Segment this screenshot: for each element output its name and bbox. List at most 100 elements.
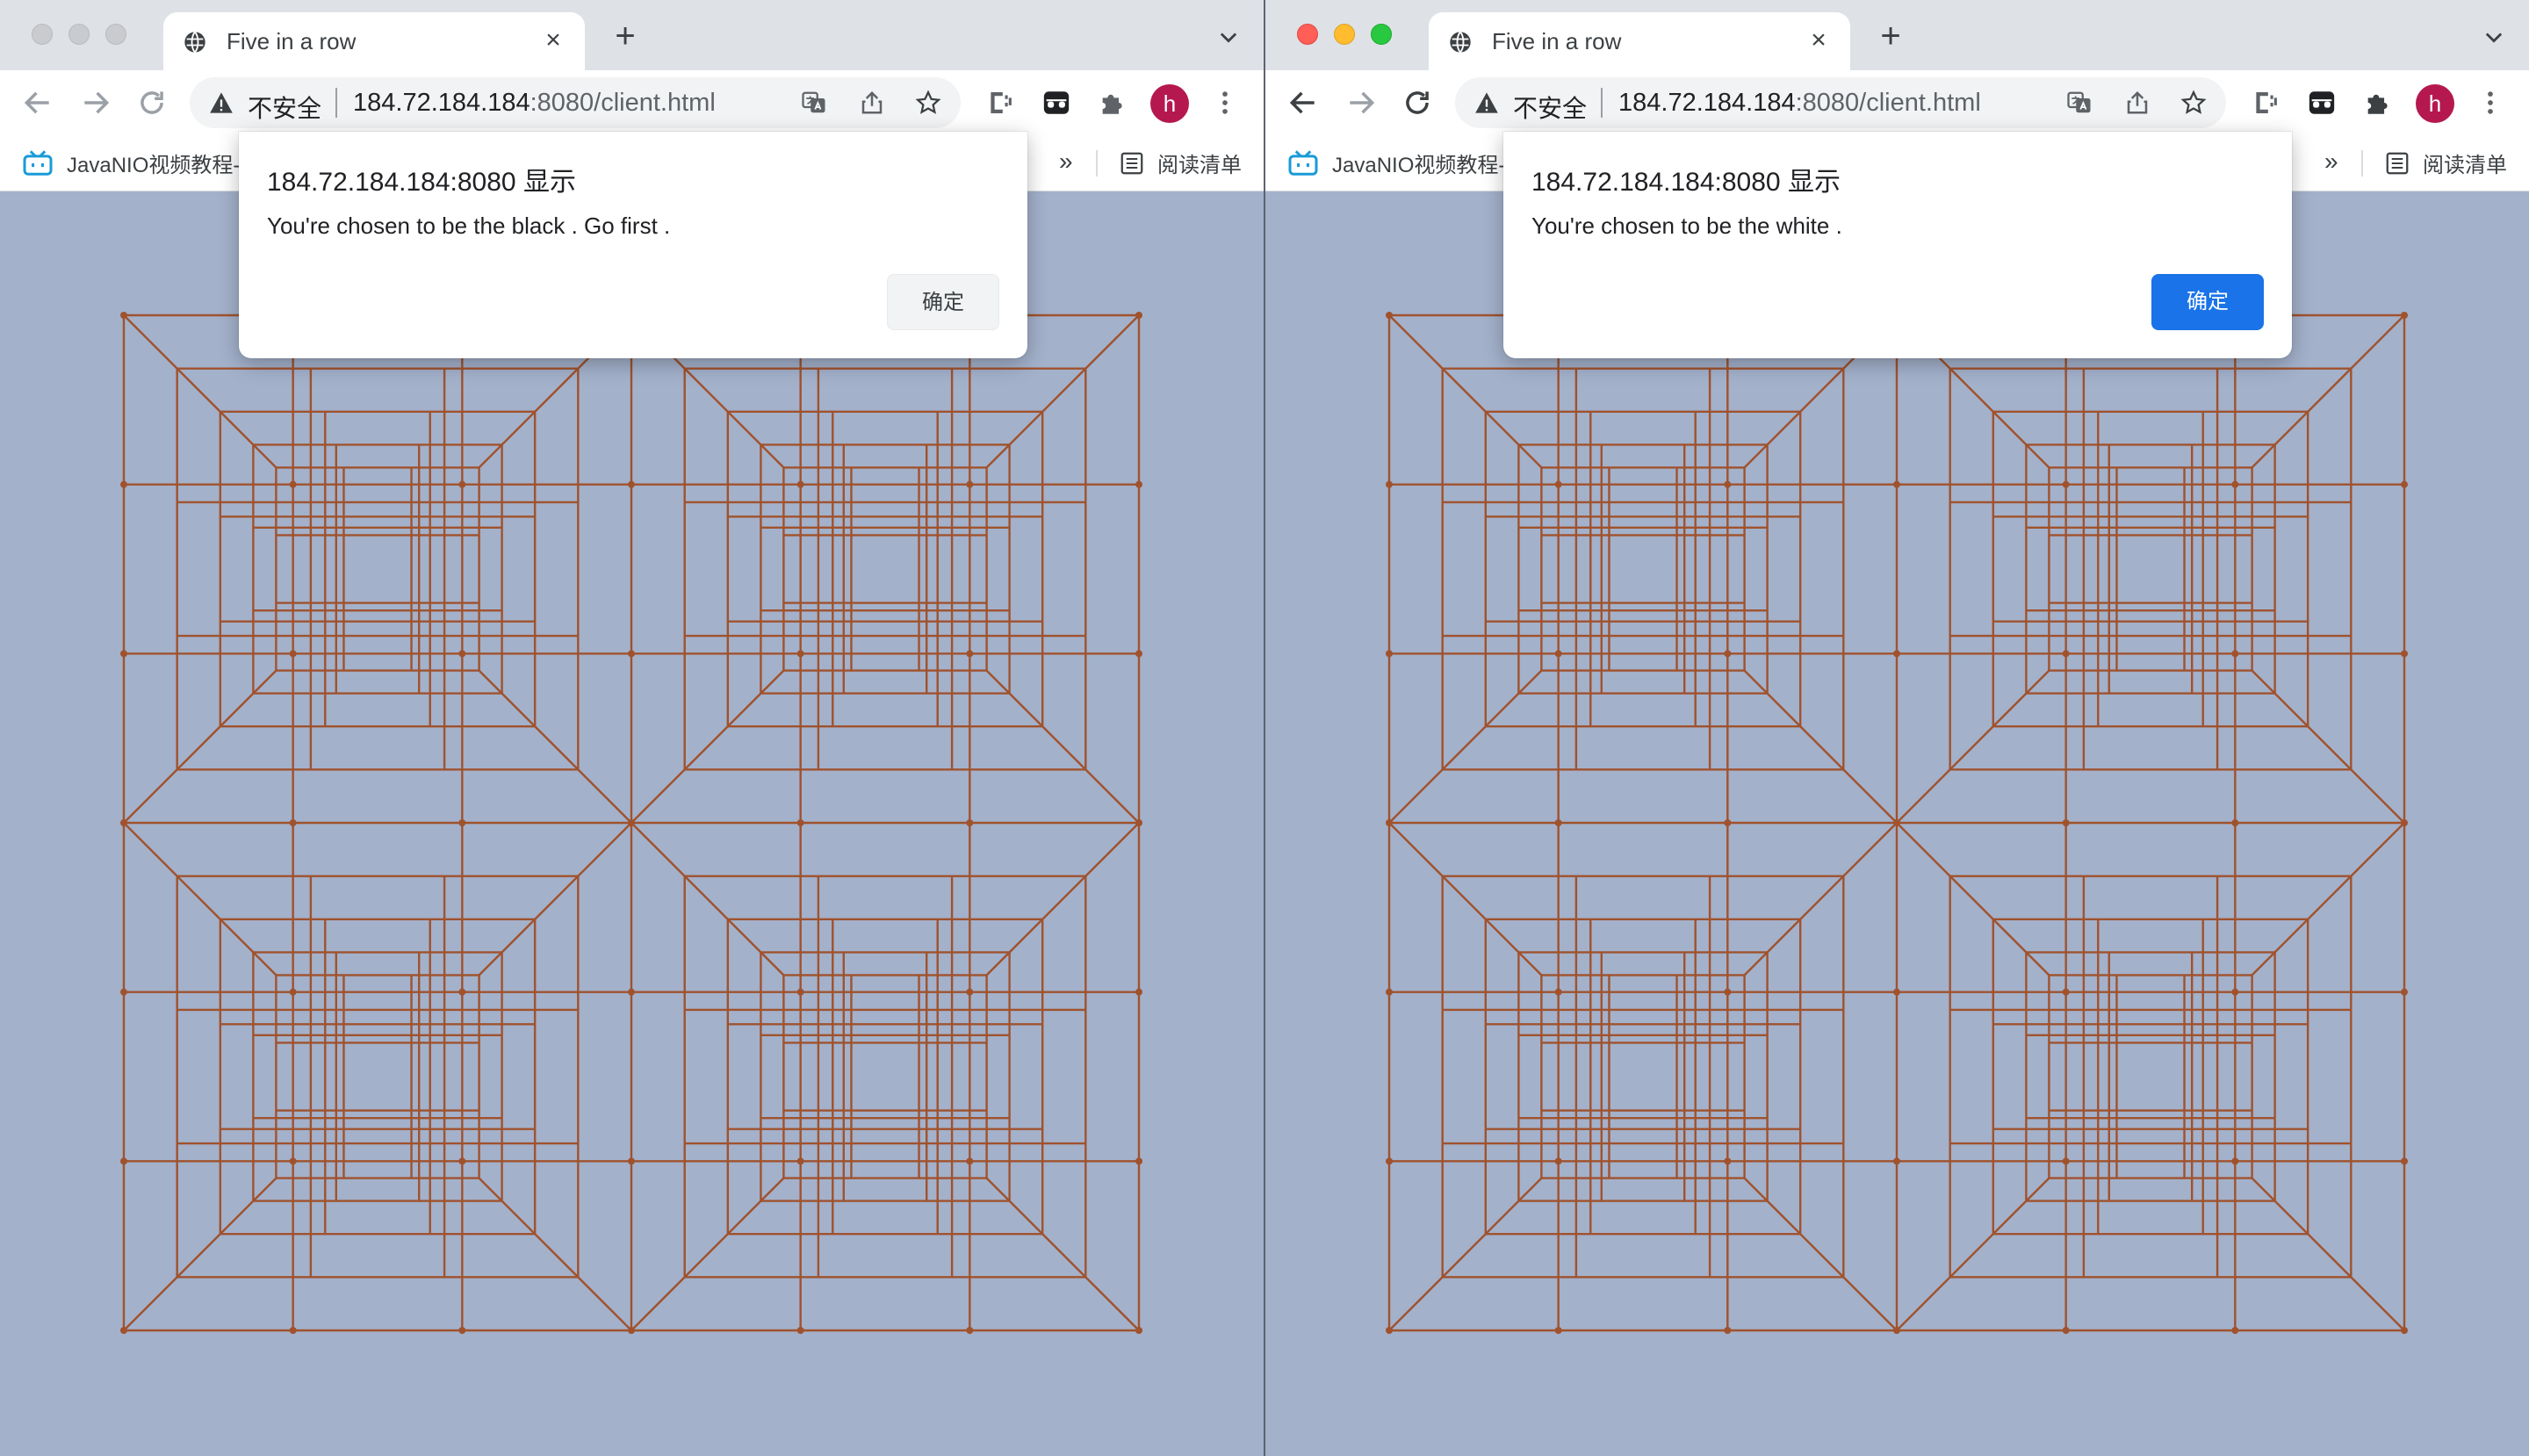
grid-intersection[interactable] xyxy=(1554,1157,1562,1165)
bookmark-javanio[interactable]: JavaNIO视频教程- xyxy=(23,148,240,178)
address-bar[interactable]: 不安全 184.72.184.184:8080/client.html xyxy=(190,77,961,128)
grid-intersection[interactable] xyxy=(1135,312,1142,319)
minimize-window-button[interactable] xyxy=(68,24,90,45)
grid-intersection[interactable] xyxy=(628,650,635,658)
grid-intersection[interactable] xyxy=(628,1157,635,1165)
grid-intersection[interactable] xyxy=(1386,1327,1393,1334)
kebab-menu-icon[interactable] xyxy=(2475,88,2505,118)
reload-icon[interactable] xyxy=(135,86,169,119)
grid-intersection[interactable] xyxy=(1893,650,1900,658)
url-text[interactable]: 184.72.184.184:8080/client.html xyxy=(353,89,716,118)
grid-intersection[interactable] xyxy=(1724,650,1732,658)
avatar[interactable]: h xyxy=(1150,84,1189,123)
grid-intersection[interactable] xyxy=(120,988,127,996)
grid-intersection[interactable] xyxy=(458,1327,466,1334)
grid-intersection[interactable] xyxy=(966,1157,974,1165)
grid-intersection[interactable] xyxy=(120,312,127,319)
chevron-down-icon[interactable] xyxy=(1216,25,1241,49)
grid-intersection[interactable] xyxy=(1135,1157,1142,1165)
chevron-down-icon[interactable] xyxy=(2482,25,2506,49)
address-bar[interactable]: 不安全 184.72.184.184:8080/client.html xyxy=(1455,77,2226,128)
grid-intersection[interactable] xyxy=(1893,819,1900,826)
bookmarks-overflow-button[interactable]: » xyxy=(1059,148,1073,176)
grid-intersection[interactable] xyxy=(2401,1157,2408,1165)
grid-intersection[interactable] xyxy=(1893,1157,1900,1165)
warning-icon[interactable] xyxy=(209,91,234,114)
game-board-canvas[interactable] xyxy=(0,191,1264,1456)
grid-intersection[interactable] xyxy=(2062,650,2070,658)
back-arrow-icon[interactable] xyxy=(1286,86,1320,119)
share-icon[interactable] xyxy=(2124,90,2151,116)
grid-intersection[interactable] xyxy=(2062,1157,2070,1165)
zoom-window-button[interactable] xyxy=(1371,24,1392,45)
grid-intersection[interactable] xyxy=(796,819,804,826)
grid-intersection[interactable] xyxy=(796,988,804,996)
translate-icon[interactable] xyxy=(801,90,827,116)
grid-intersection[interactable] xyxy=(1554,650,1562,658)
game-board-canvas[interactable] xyxy=(1265,191,2529,1456)
translate-icon[interactable] xyxy=(2066,90,2093,116)
grid-intersection[interactable] xyxy=(2231,650,2239,658)
back-arrow-icon[interactable] xyxy=(21,86,54,119)
grid-intersection[interactable] xyxy=(2231,1157,2239,1165)
ok-button[interactable]: 确定 xyxy=(887,274,999,330)
grid-intersection[interactable] xyxy=(2231,988,2239,996)
grid-intersection[interactable] xyxy=(289,819,297,826)
grid-intersection[interactable] xyxy=(2401,480,2408,488)
grid-intersection[interactable] xyxy=(966,650,974,658)
grid-intersection[interactable] xyxy=(1386,1157,1393,1165)
close-icon[interactable]: × xyxy=(1803,25,1834,56)
grid-intersection[interactable] xyxy=(1554,480,1562,488)
extension-mask-icon[interactable] xyxy=(2307,88,2337,118)
zoom-window-button[interactable] xyxy=(105,24,126,45)
grid-intersection[interactable] xyxy=(628,480,635,488)
grid-intersection[interactable] xyxy=(289,1327,297,1334)
grid-intersection[interactable] xyxy=(796,1157,804,1165)
forward-arrow-icon[interactable] xyxy=(1344,86,1378,119)
grid-intersection[interactable] xyxy=(1554,988,1562,996)
grid-intersection[interactable] xyxy=(1135,819,1142,826)
security-label[interactable]: 不安全 xyxy=(1513,90,1587,125)
grid-intersection[interactable] xyxy=(458,1157,466,1165)
grid-intersection[interactable] xyxy=(1135,480,1142,488)
grid-intersection[interactable] xyxy=(289,480,297,488)
grid-intersection[interactable] xyxy=(796,1327,804,1334)
grid-intersection[interactable] xyxy=(120,650,127,658)
grid-intersection[interactable] xyxy=(458,988,466,996)
close-icon[interactable]: × xyxy=(537,25,569,56)
grid-intersection[interactable] xyxy=(1724,1157,1732,1165)
forward-arrow-icon[interactable] xyxy=(79,86,112,119)
grid-intersection[interactable] xyxy=(289,988,297,996)
grid-intersection[interactable] xyxy=(1724,1327,1732,1334)
avatar[interactable]: h xyxy=(2416,84,2454,123)
grid-intersection[interactable] xyxy=(2062,819,2070,826)
grid-intersection[interactable] xyxy=(1893,1327,1900,1334)
grid-intersection[interactable] xyxy=(2231,819,2239,826)
grid-intersection[interactable] xyxy=(120,480,127,488)
grid-intersection[interactable] xyxy=(458,819,466,826)
grid-intersection[interactable] xyxy=(2401,819,2408,826)
grid-intersection[interactable] xyxy=(628,819,635,826)
minimize-window-button[interactable] xyxy=(1334,24,1355,45)
grid-intersection[interactable] xyxy=(2231,480,2239,488)
puzzle-icon[interactable] xyxy=(2363,88,2393,118)
grid-intersection[interactable] xyxy=(289,1157,297,1165)
reading-list-button[interactable]: 阅读清单 xyxy=(2361,148,2507,178)
grid-intersection[interactable] xyxy=(458,480,466,488)
grid-intersection[interactable] xyxy=(120,1157,127,1165)
tab-five-in-a-row[interactable]: Five in a row × xyxy=(163,12,585,70)
plus-icon[interactable]: + xyxy=(1873,18,1908,54)
grid-intersection[interactable] xyxy=(966,819,974,826)
kebab-menu-icon[interactable] xyxy=(1210,88,1240,118)
grid-intersection[interactable] xyxy=(1893,988,1900,996)
grid-intersection[interactable] xyxy=(2401,650,2408,658)
bookmarks-overflow-button[interactable]: » xyxy=(2324,148,2338,176)
grid-intersection[interactable] xyxy=(1386,312,1393,319)
close-window-button[interactable] xyxy=(32,24,53,45)
grid-intersection[interactable] xyxy=(1724,480,1732,488)
share-icon[interactable] xyxy=(859,90,885,116)
grid-intersection[interactable] xyxy=(1724,819,1732,826)
grid-intersection[interactable] xyxy=(1724,988,1732,996)
star-icon[interactable] xyxy=(2180,90,2207,116)
grid-intersection[interactable] xyxy=(2401,312,2408,319)
